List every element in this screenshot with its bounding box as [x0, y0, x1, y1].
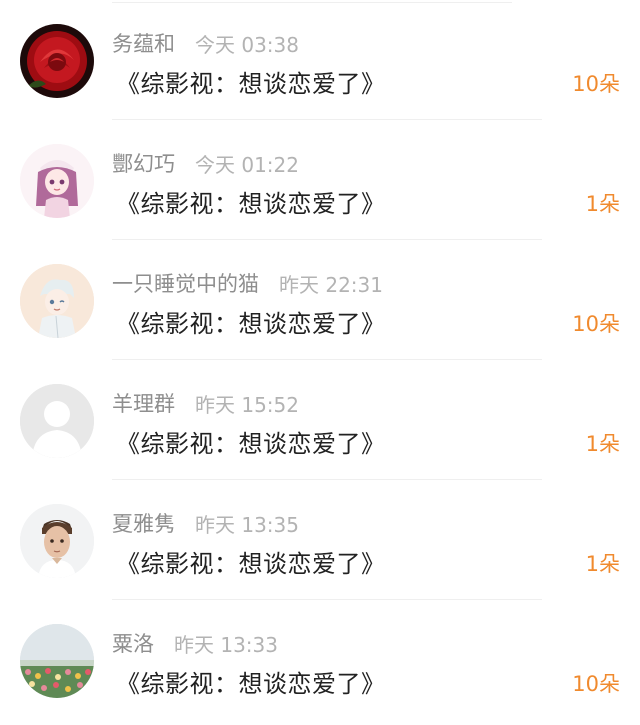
list-item[interactable]: 羊理群 昨天 15:52 《综影视：想谈恋爱了》 1朵 [0, 360, 640, 480]
book-title[interactable]: 《综影视：想谈恋爱了》 [116, 304, 386, 339]
timestamp: 昨天 15:52 [195, 392, 299, 417]
item-meta: 粟洛 昨天 13:33 [112, 628, 278, 658]
user-name[interactable]: 酆幻巧 [112, 148, 175, 178]
timestamp: 今天 03:38 [195, 32, 299, 57]
user-name[interactable]: 一只睡觉中的猫 [112, 268, 259, 298]
timestamp: 昨天 13:33 [174, 632, 278, 657]
red-rose-icon [20, 24, 94, 98]
anime-girl-icon [20, 144, 94, 218]
list-item[interactable]: 夏雅隽 昨天 13:35 《综影视：想谈恋爱了》 1朵 [0, 480, 640, 600]
user-avatar[interactable] [20, 144, 94, 218]
list-item[interactable]: 酆幻巧 今天 01:22 《综影视：想谈恋爱了》 1朵 [0, 120, 640, 240]
list-item[interactable]: 务蕴和 今天 03:38 《综影视：想谈恋爱了》 10朵 [0, 0, 640, 120]
flower-count: 10朵 [572, 672, 620, 696]
book-title[interactable]: 《综影视：想谈恋爱了》 [116, 64, 386, 99]
user-name[interactable]: 粟洛 [112, 628, 154, 658]
gift-list: 务蕴和 今天 03:38 《综影视：想谈恋爱了》 10朵 酆幻巧 今天 01:2… [0, 0, 640, 725]
user-avatar[interactable] [20, 24, 94, 98]
default-user-icon [20, 384, 94, 458]
flower-count: 10朵 [572, 72, 620, 96]
item-meta: 羊理群 昨天 15:52 [112, 388, 299, 418]
user-avatar[interactable] [20, 384, 94, 458]
book-title[interactable]: 《综影视：想谈恋爱了》 [116, 184, 386, 219]
flower-count: 1朵 [585, 552, 620, 576]
item-meta: 夏雅隽 昨天 13:35 [112, 508, 299, 538]
user-name[interactable]: 务蕴和 [112, 28, 175, 58]
flower-count: 1朵 [585, 192, 620, 216]
anime-boy-icon [20, 264, 94, 338]
timestamp: 昨天 22:31 [279, 272, 383, 297]
flower-count: 1朵 [585, 432, 620, 456]
tulip-field-icon [20, 624, 94, 698]
user-avatar[interactable] [20, 264, 94, 338]
timestamp: 昨天 13:35 [195, 512, 299, 537]
user-name[interactable]: 夏雅隽 [112, 508, 175, 538]
item-meta: 酆幻巧 今天 01:22 [112, 148, 299, 178]
book-title[interactable]: 《综影视：想谈恋爱了》 [116, 664, 386, 699]
list-item[interactable]: 粟洛 昨天 13:33 《综影视：想谈恋爱了》 10朵 [0, 600, 640, 720]
list-item[interactable]: 一只睡觉中的猫 昨天 22:31 《综影视：想谈恋爱了》 10朵 [0, 240, 640, 360]
flower-count: 10朵 [572, 312, 620, 336]
book-title[interactable]: 《综影视：想谈恋爱了》 [116, 424, 386, 459]
book-title[interactable]: 《综影视：想谈恋爱了》 [116, 544, 386, 579]
item-meta: 务蕴和 今天 03:38 [112, 28, 299, 58]
user-avatar[interactable] [20, 624, 94, 698]
user-avatar[interactable] [20, 504, 94, 578]
man-portrait-icon [20, 504, 94, 578]
user-name[interactable]: 羊理群 [112, 388, 175, 418]
timestamp: 今天 01:22 [195, 152, 299, 177]
item-meta: 一只睡觉中的猫 昨天 22:31 [112, 268, 383, 298]
